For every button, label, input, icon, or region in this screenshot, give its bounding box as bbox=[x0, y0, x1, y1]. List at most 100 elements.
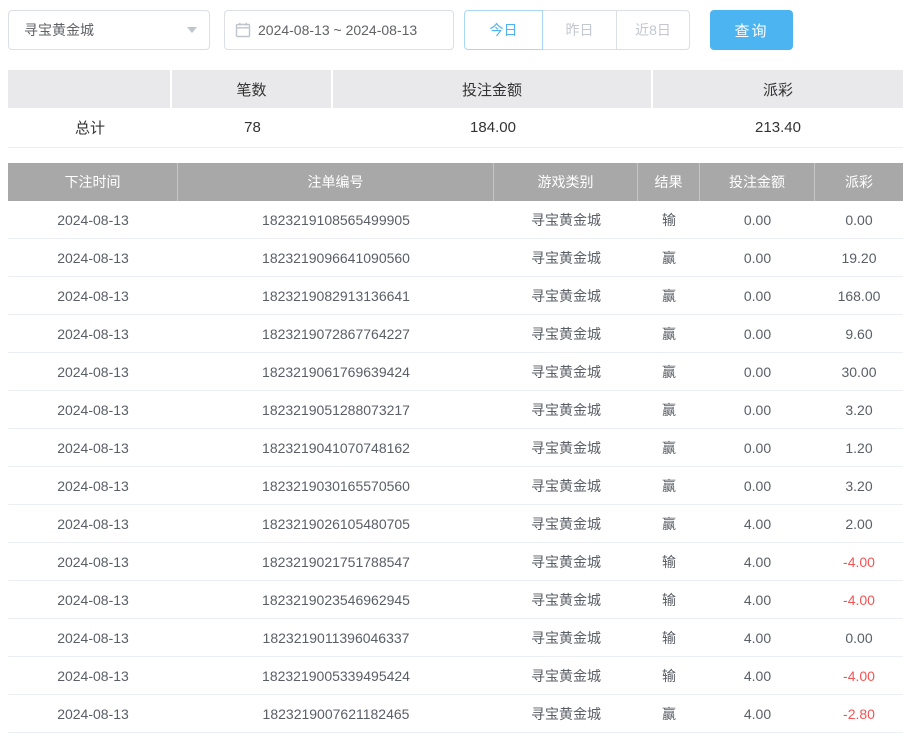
cell-result: 赢 bbox=[638, 391, 700, 429]
summary-total-count: 78 bbox=[172, 108, 333, 148]
table-row: 2024-08-13 1823219021751788547 寻宝黄金城 输 4… bbox=[8, 543, 903, 581]
summary-header-bet-amount: 投注金额 bbox=[333, 70, 653, 108]
cell-order-id: 1823219072867764227 bbox=[178, 315, 494, 353]
date-range-picker[interactable]: 2024-08-13 ~ 2024-08-13 bbox=[224, 10, 454, 50]
table-row: 2024-08-13 1823219041070748162 寻宝黄金城 赢 0… bbox=[8, 429, 903, 467]
cell-bet-amount: 0.00 bbox=[700, 391, 815, 429]
cell-order-id: 1823219005339495424 bbox=[178, 657, 494, 695]
table-row: 2024-08-13 1823219072867764227 寻宝黄金城 赢 0… bbox=[8, 315, 903, 353]
calendar-icon bbox=[235, 22, 251, 38]
cell-order-id: 1823219061769639424 bbox=[178, 353, 494, 391]
cell-order-id: 1823219082913136641 bbox=[178, 277, 494, 315]
game-select[interactable]: 寻宝黄金城 bbox=[8, 10, 210, 50]
cell-order-id: 1823219041070748162 bbox=[178, 429, 494, 467]
cell-bet-amount: 4.00 bbox=[700, 657, 815, 695]
bet-records-table: 下注时间 注单编号 游戏类别 结果 投注金额 派彩 2024-08-13 182… bbox=[8, 163, 903, 733]
cell-payout: 2.00 bbox=[815, 505, 903, 543]
cell-bet-time: 2024-08-13 bbox=[8, 467, 178, 505]
header-payout: 派彩 bbox=[815, 163, 903, 201]
game-select-value: 寻宝黄金城 bbox=[24, 20, 187, 40]
table-row: 2024-08-13 1823219011396046337 寻宝黄金城 输 4… bbox=[8, 619, 903, 657]
bet-table-body: 2024-08-13 1823219108565499905 寻宝黄金城 输 0… bbox=[8, 201, 903, 733]
date-range-value: 2024-08-13 ~ 2024-08-13 bbox=[258, 22, 417, 38]
cell-game-type: 寻宝黄金城 bbox=[494, 505, 638, 543]
cell-game-type: 寻宝黄金城 bbox=[494, 619, 638, 657]
cell-bet-time: 2024-08-13 bbox=[8, 315, 178, 353]
cell-result: 输 bbox=[638, 201, 700, 239]
cell-bet-time: 2024-08-13 bbox=[8, 277, 178, 315]
cell-payout: 168.00 bbox=[815, 277, 903, 315]
cell-bet-amount: 0.00 bbox=[700, 239, 815, 277]
last-8-days-button[interactable]: 近8日 bbox=[616, 10, 690, 50]
cell-result: 赢 bbox=[638, 315, 700, 353]
cell-game-type: 寻宝黄金城 bbox=[494, 657, 638, 695]
header-game-type: 游戏类别 bbox=[494, 163, 638, 201]
header-bet-amount: 投注金额 bbox=[700, 163, 815, 201]
cell-payout: 3.20 bbox=[815, 391, 903, 429]
cell-payout: -4.00 bbox=[815, 543, 903, 581]
summary-header-row: 笔数 投注金额 派彩 bbox=[8, 70, 903, 108]
table-row: 2024-08-13 1823219005339495424 寻宝黄金城 输 4… bbox=[8, 657, 903, 695]
cell-bet-time: 2024-08-13 bbox=[8, 657, 178, 695]
cell-game-type: 寻宝黄金城 bbox=[494, 429, 638, 467]
table-row: 2024-08-13 1823219082913136641 寻宝黄金城 赢 0… bbox=[8, 277, 903, 315]
cell-game-type: 寻宝黄金城 bbox=[494, 467, 638, 505]
cell-payout: -4.00 bbox=[815, 657, 903, 695]
cell-bet-amount: 0.00 bbox=[700, 315, 815, 353]
cell-bet-amount: 0.00 bbox=[700, 429, 815, 467]
cell-bet-time: 2024-08-13 bbox=[8, 505, 178, 543]
header-result: 结果 bbox=[638, 163, 700, 201]
cell-bet-amount: 4.00 bbox=[700, 695, 815, 733]
summary-table: 笔数 投注金额 派彩 总计 78 184.00 213.40 bbox=[8, 70, 903, 148]
cell-bet-time: 2024-08-13 bbox=[8, 695, 178, 733]
summary-total-bet-amount: 184.00 bbox=[333, 108, 653, 148]
cell-payout: -2.80 bbox=[815, 695, 903, 733]
cell-payout: 1.20 bbox=[815, 429, 903, 467]
table-row: 2024-08-13 1823219108565499905 寻宝黄金城 输 0… bbox=[8, 201, 903, 239]
yesterday-button[interactable]: 昨日 bbox=[542, 10, 617, 50]
table-row: 2024-08-13 1823219030165570560 寻宝黄金城 赢 0… bbox=[8, 467, 903, 505]
cell-bet-time: 2024-08-13 bbox=[8, 391, 178, 429]
bet-table-header-row: 下注时间 注单编号 游戏类别 结果 投注金额 派彩 bbox=[8, 163, 903, 201]
cell-bet-amount: 4.00 bbox=[700, 543, 815, 581]
table-row: 2024-08-13 1823219026105480705 寻宝黄金城 赢 4… bbox=[8, 505, 903, 543]
cell-result: 赢 bbox=[638, 277, 700, 315]
cell-result: 赢 bbox=[638, 429, 700, 467]
cell-bet-amount: 4.00 bbox=[700, 581, 815, 619]
cell-payout: 0.00 bbox=[815, 619, 903, 657]
summary-total-row: 总计 78 184.00 213.40 bbox=[8, 108, 903, 148]
cell-game-type: 寻宝黄金城 bbox=[494, 391, 638, 429]
table-row: 2024-08-13 1823219061769639424 寻宝黄金城 赢 0… bbox=[8, 353, 903, 391]
cell-payout: 3.20 bbox=[815, 467, 903, 505]
table-row: 2024-08-13 1823219023546962945 寻宝黄金城 输 4… bbox=[8, 581, 903, 619]
cell-payout: 0.00 bbox=[815, 201, 903, 239]
cell-result: 输 bbox=[638, 543, 700, 581]
cell-order-id: 1823219023546962945 bbox=[178, 581, 494, 619]
cell-payout: 19.20 bbox=[815, 239, 903, 277]
cell-result: 赢 bbox=[638, 239, 700, 277]
cell-bet-time: 2024-08-13 bbox=[8, 353, 178, 391]
cell-payout: 9.60 bbox=[815, 315, 903, 353]
cell-bet-amount: 4.00 bbox=[700, 505, 815, 543]
cell-order-id: 1823219007621182465 bbox=[178, 695, 494, 733]
cell-order-id: 1823219051288073217 bbox=[178, 391, 494, 429]
cell-game-type: 寻宝黄金城 bbox=[494, 277, 638, 315]
cell-game-type: 寻宝黄金城 bbox=[494, 201, 638, 239]
summary-header-count: 笔数 bbox=[172, 70, 333, 108]
cell-order-id: 1823219021751788547 bbox=[178, 543, 494, 581]
today-button[interactable]: 今日 bbox=[464, 10, 543, 50]
header-bet-time: 下注时间 bbox=[8, 163, 178, 201]
quick-range-group: 今日 昨日 近8日 bbox=[464, 10, 690, 50]
cell-order-id: 1823219108565499905 bbox=[178, 201, 494, 239]
query-button[interactable]: 查询 bbox=[710, 10, 793, 50]
summary-header-payout: 派彩 bbox=[653, 70, 903, 108]
cell-bet-amount: 0.00 bbox=[700, 467, 815, 505]
summary-header-empty bbox=[8, 70, 172, 108]
cell-payout: 30.00 bbox=[815, 353, 903, 391]
cell-game-type: 寻宝黄金城 bbox=[494, 581, 638, 619]
cell-result: 赢 bbox=[638, 505, 700, 543]
cell-order-id: 1823219030165570560 bbox=[178, 467, 494, 505]
cell-bet-time: 2024-08-13 bbox=[8, 619, 178, 657]
cell-bet-time: 2024-08-13 bbox=[8, 581, 178, 619]
table-row: 2024-08-13 1823219096641090560 寻宝黄金城 赢 0… bbox=[8, 239, 903, 277]
